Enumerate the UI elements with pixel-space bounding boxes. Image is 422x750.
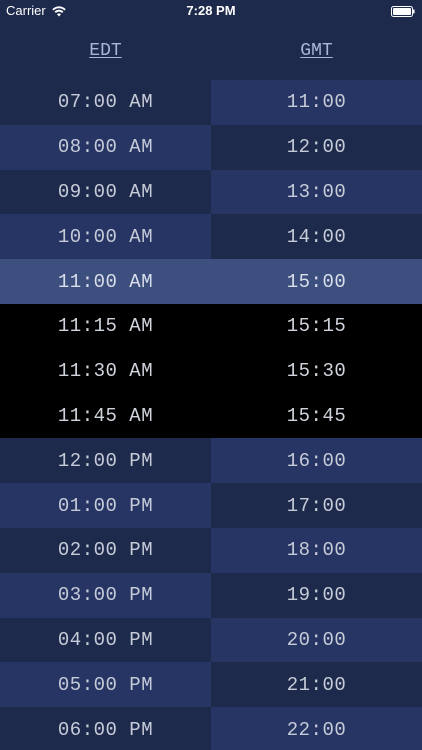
table-row[interactable]: 06:00 PM 22:00 <box>0 707 422 750</box>
column-header: EDT GMT <box>0 22 422 80</box>
table-row[interactable]: 08:00 AM 12:00 <box>0 124 422 170</box>
table-row[interactable]: 09:00 AM 13:00 <box>0 169 422 215</box>
gmt-time-cell[interactable]: 18:00 <box>211 527 422 573</box>
edt-time-cell[interactable]: 11:45 AM <box>0 393 211 439</box>
edt-time-cell[interactable]: 04:00 PM <box>0 617 211 663</box>
status-time: 7:28 PM <box>186 3 236 18</box>
table-row[interactable]: 04:00 PM 20:00 <box>0 617 422 663</box>
edt-time-cell[interactable]: 10:00 AM <box>0 214 211 260</box>
battery-icon <box>391 5 415 17</box>
edt-time-cell[interactable]: 08:00 AM <box>0 124 211 170</box>
status-bar: Carrier 7:28 PM <box>0 0 422 22</box>
time-conversion-table: 07:00 AM 11:00 08:00 AM 12:00 09:00 AM 13:00 1… <box>0 80 422 750</box>
edt-time-cell[interactable]: 06:00 PM <box>0 707 211 750</box>
edt-time-cell[interactable]: 09:00 AM <box>0 169 211 215</box>
gmt-time-cell[interactable]: 17:00 <box>211 483 422 528</box>
table-row[interactable]: 11:15 AM 15:15 <box>0 303 422 349</box>
header-edt-cell[interactable]: EDT <box>0 22 211 80</box>
gmt-time-cell[interactable]: 14:00 <box>211 214 422 260</box>
table-row[interactable]: 05:00 PM 21:00 <box>0 662 422 708</box>
edt-time-cell[interactable]: 02:00 PM <box>0 527 211 573</box>
gmt-time-cell[interactable]: 16:00 <box>211 438 422 484</box>
edt-time-cell[interactable]: 11:30 AM <box>0 348 211 394</box>
table-row[interactable]: 03:00 PM 19:00 <box>0 572 422 618</box>
gmt-time-cell[interactable]: 19:00 <box>211 572 422 618</box>
header-edt-label[interactable]: EDT <box>89 41 121 61</box>
table-row[interactable]: 11:45 AM 15:45 <box>0 393 422 439</box>
gmt-time-cell[interactable]: 13:00 <box>211 169 422 215</box>
table-row[interactable]: 10:00 AM 14:00 <box>0 214 422 260</box>
app-screen: Carrier 7:28 PM EDT GMT 07:00 AM 11:00 0… <box>0 0 422 750</box>
edt-time-cell[interactable]: 03:00 PM <box>0 572 211 618</box>
header-gmt-cell[interactable]: GMT <box>211 22 422 80</box>
gmt-time-cell[interactable]: 22:00 <box>211 707 422 750</box>
edt-time-cell[interactable]: 01:00 PM <box>0 483 211 528</box>
gmt-time-cell[interactable]: 12:00 <box>211 124 422 170</box>
table-row[interactable]: 07:00 AM 11:00 <box>0 80 422 125</box>
edt-time-cell[interactable]: 11:15 AM <box>0 303 211 349</box>
table-row[interactable]: 02:00 PM 18:00 <box>0 527 422 573</box>
table-row[interactable]: 11:30 AM 15:30 <box>0 348 422 394</box>
gmt-time-cell[interactable]: 11:00 <box>211 80 422 125</box>
table-row[interactable]: 12:00 PM 16:00 <box>0 438 422 484</box>
edt-time-cell[interactable]: 11:00 AM <box>0 259 211 304</box>
edt-time-cell[interactable]: 05:00 PM <box>0 662 211 708</box>
gmt-time-cell[interactable]: 21:00 <box>211 662 422 708</box>
gmt-time-cell[interactable]: 15:15 <box>211 303 422 349</box>
header-gmt-label[interactable]: GMT <box>300 41 332 61</box>
gmt-time-cell[interactable]: 15:30 <box>211 348 422 394</box>
gmt-time-cell[interactable]: 15:45 <box>211 393 422 439</box>
table-row[interactable]: 11:00 AM 15:00 <box>0 259 422 304</box>
gmt-time-cell[interactable]: 15:00 <box>211 259 422 304</box>
edt-time-cell[interactable]: 12:00 PM <box>0 438 211 484</box>
table-row[interactable]: 01:00 PM 17:00 <box>0 483 422 528</box>
gmt-time-cell[interactable]: 20:00 <box>211 617 422 663</box>
edt-time-cell[interactable]: 07:00 AM <box>0 80 211 125</box>
